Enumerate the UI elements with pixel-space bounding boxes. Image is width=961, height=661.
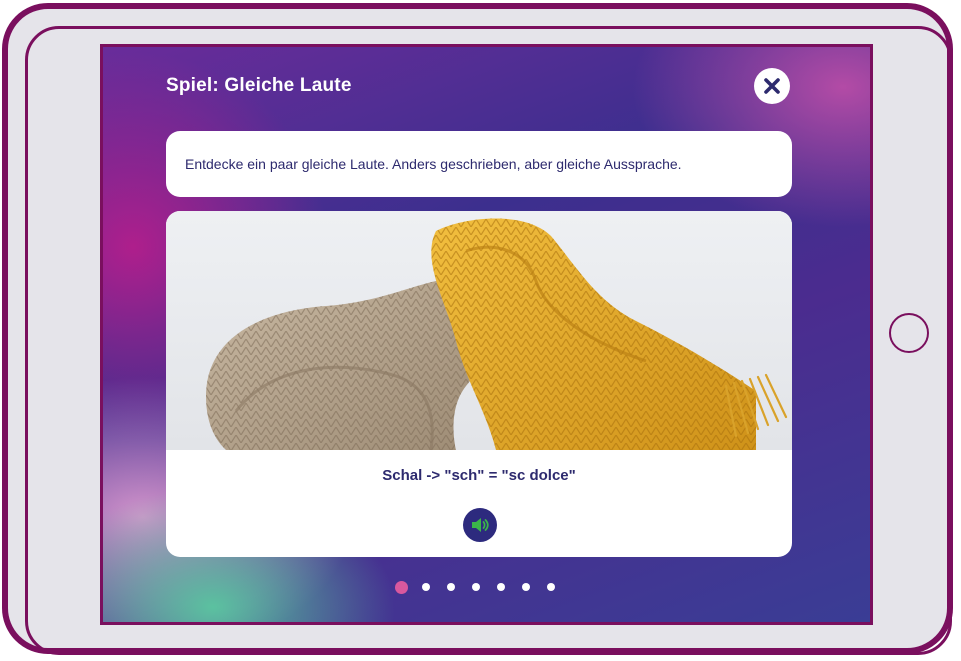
page-dot-5[interactable]: [497, 583, 505, 591]
pagination-dots: [395, 579, 572, 595]
page-dot-7[interactable]: [547, 583, 555, 591]
scarf-image: [166, 211, 792, 450]
word-caption: Schal -> "sch" = "sc dolce": [382, 467, 576, 484]
page-dot-1[interactable]: [395, 580, 408, 594]
page-dot-2[interactable]: [422, 583, 430, 591]
page-dot-6[interactable]: [522, 583, 530, 591]
close-button[interactable]: [754, 68, 790, 104]
speaker-icon: [472, 518, 489, 532]
page-title: Spiel: Gleiche Laute: [166, 75, 352, 96]
page-dot-3[interactable]: [447, 583, 455, 591]
close-icon: [764, 78, 780, 94]
instruction-card: Entdecke ein paar gleiche Laute. Anders …: [166, 131, 792, 197]
instruction-text: Entdecke ein paar gleiche Laute. Anders …: [185, 156, 682, 172]
content-card: Schal -> "sch" = "sc dolce": [166, 211, 792, 557]
audio-play-button[interactable]: [463, 508, 497, 542]
home-button[interactable]: [889, 313, 929, 353]
page-dot-4[interactable]: [472, 583, 480, 591]
app-screen: Spiel: Gleiche Laute Entdecke ein paar g…: [100, 44, 873, 625]
